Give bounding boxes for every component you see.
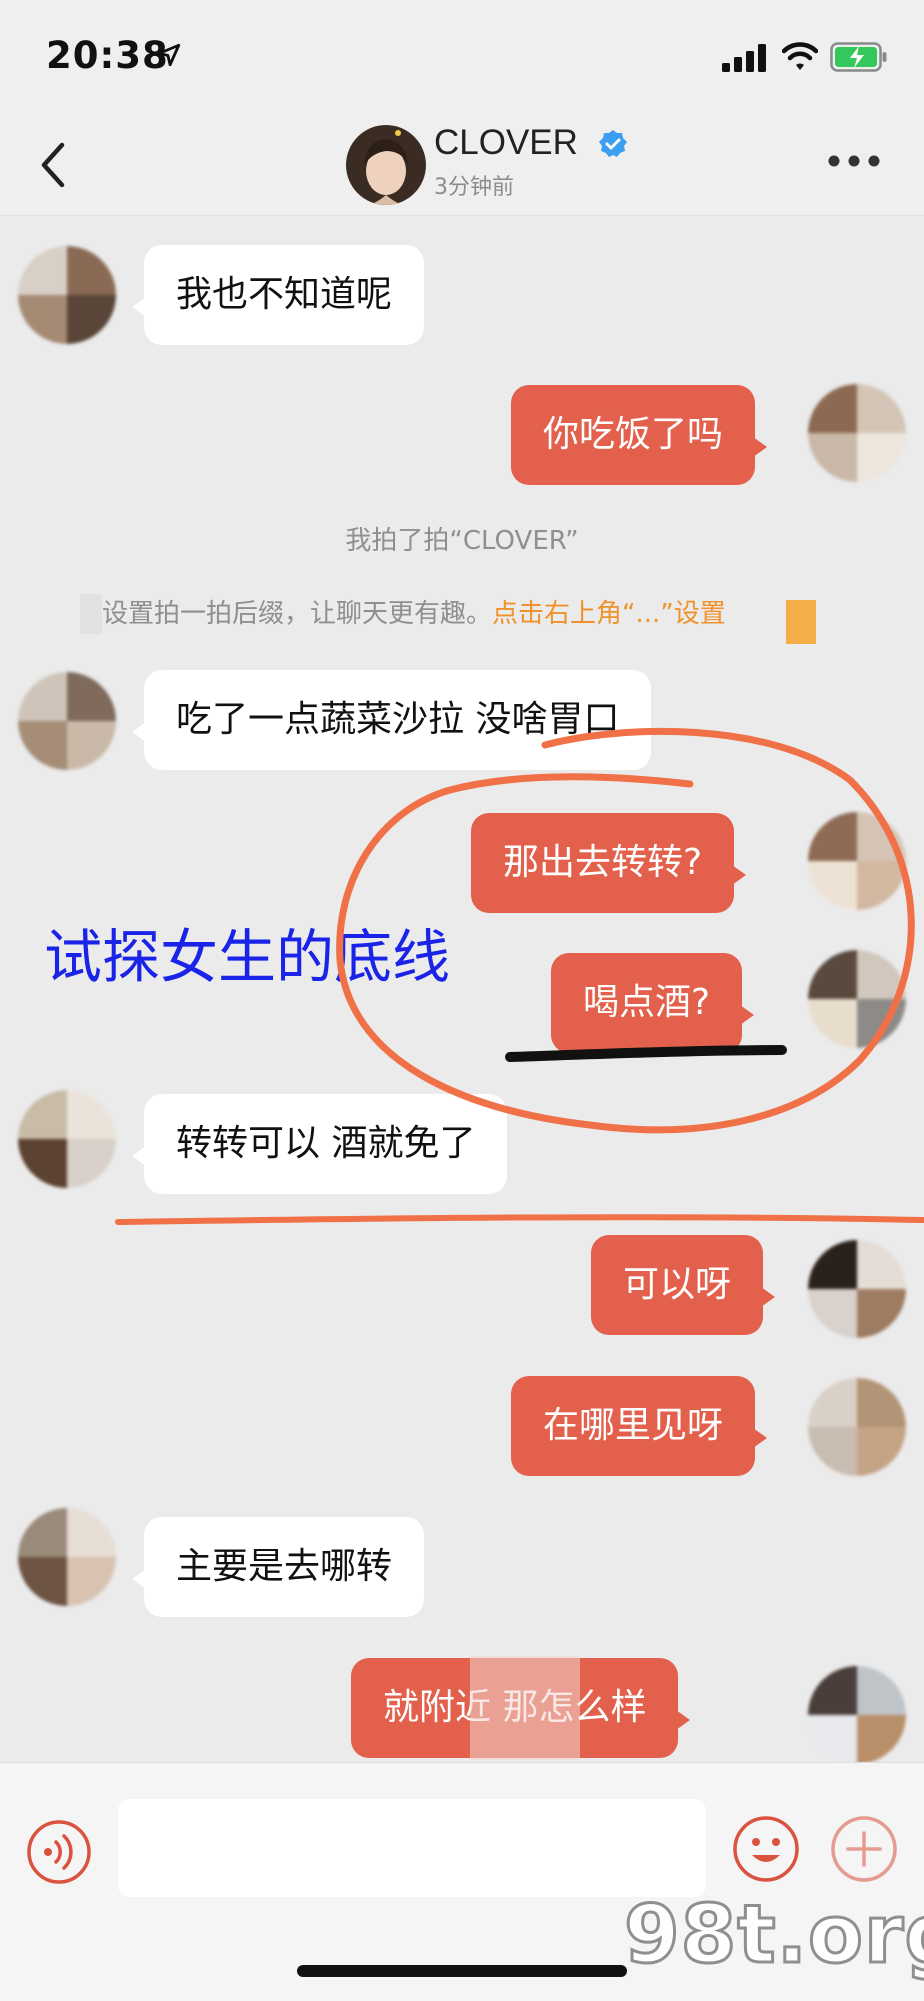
my-avatar[interactable]	[808, 1240, 906, 1338]
message-bubble[interactable]: 吃了一点蔬菜沙拉 没啥胃口	[132, 670, 652, 770]
message-bubble[interactable]: 你吃饭了吗	[511, 385, 768, 485]
message-bubble[interactable]: 那出去转转?	[471, 813, 747, 913]
location-arrow-icon	[157, 43, 181, 67]
message-text: 吃了一点蔬菜沙拉 没啥胃口	[176, 699, 620, 740]
pat-system-message: 我拍了拍“CLOVER”	[345, 526, 579, 556]
message-text: 在哪里见呀	[543, 1405, 724, 1446]
message-bubble[interactable]: 喝点酒?	[551, 953, 755, 1053]
my-avatar[interactable]	[808, 812, 906, 910]
back-chevron-icon[interactable]	[36, 139, 72, 191]
wifi-icon	[782, 42, 818, 70]
sender-avatar[interactable]	[18, 672, 116, 770]
message-text: 那出去转转?	[503, 842, 703, 883]
message-bubble[interactable]: 可以呀	[591, 1235, 776, 1335]
message-bubble[interactable]: 我也不知道呢	[132, 245, 425, 345]
chat-header: CLOVER 3分钟前	[0, 115, 924, 216]
system-hint-fade	[786, 600, 816, 644]
system-hint-fade	[80, 594, 102, 634]
plus-icon[interactable]	[830, 1815, 898, 1883]
message-bubble[interactable]: 转转可以 酒就免了	[132, 1094, 508, 1194]
pat-suffix-hint: 设置拍一拍后缀，让聊天更有趣。点击右上角“...”设置	[102, 593, 726, 630]
pat-hint-link[interactable]: 点击右上角“...”设置	[492, 599, 726, 629]
my-avatar[interactable]	[808, 950, 906, 1048]
home-indicator[interactable]	[297, 1965, 627, 1977]
annotation-underline-orange	[115, 1214, 924, 1225]
sender-avatar[interactable]	[18, 1090, 116, 1188]
message-text: 你吃饭了吗	[543, 414, 724, 455]
sender-avatar[interactable]	[18, 1508, 116, 1606]
status-time: 20:38	[46, 34, 169, 77]
battery-charging-icon	[830, 42, 887, 72]
my-avatar[interactable]	[808, 384, 906, 482]
last-seen-status: 3分钟前	[434, 175, 514, 200]
message-text: 可以呀	[623, 1264, 732, 1305]
message-text: 主要是去哪转	[176, 1546, 393, 1587]
voice-icon[interactable]	[26, 1819, 92, 1885]
sender-avatar[interactable]	[18, 246, 116, 344]
message-text: 我也不知道呢	[176, 274, 393, 315]
message-bubble[interactable]: 就附近 那怎么样	[351, 1658, 691, 1758]
my-avatar[interactable]	[808, 1378, 906, 1476]
message-bubble[interactable]: 在哪里见呀	[511, 1376, 768, 1476]
annotation-caption: 试探女生的底线	[44, 923, 451, 991]
contact-name: CLOVER	[434, 123, 578, 162]
contact-avatar[interactable]	[346, 125, 426, 205]
cellular-signal-icon	[722, 44, 766, 72]
more-dots-icon[interactable]	[826, 153, 882, 169]
watermark-logo: 98t.org	[623, 1887, 924, 1983]
verified-badge-icon	[599, 130, 627, 157]
my-avatar[interactable]	[808, 1666, 906, 1764]
message-input[interactable]	[118, 1799, 706, 1897]
message-text: 喝点酒?	[583, 982, 711, 1023]
message-text: 转转可以 酒就免了	[176, 1123, 476, 1164]
message-bubble[interactable]: 主要是去哪转	[132, 1517, 425, 1617]
status-bar: 20:38	[0, 0, 924, 115]
message-text: 就附近 那怎么样	[383, 1687, 647, 1728]
emoji-icon[interactable]	[732, 1815, 800, 1883]
pat-hint-text: 设置拍一拍后缀，让聊天更有趣。	[102, 599, 493, 629]
